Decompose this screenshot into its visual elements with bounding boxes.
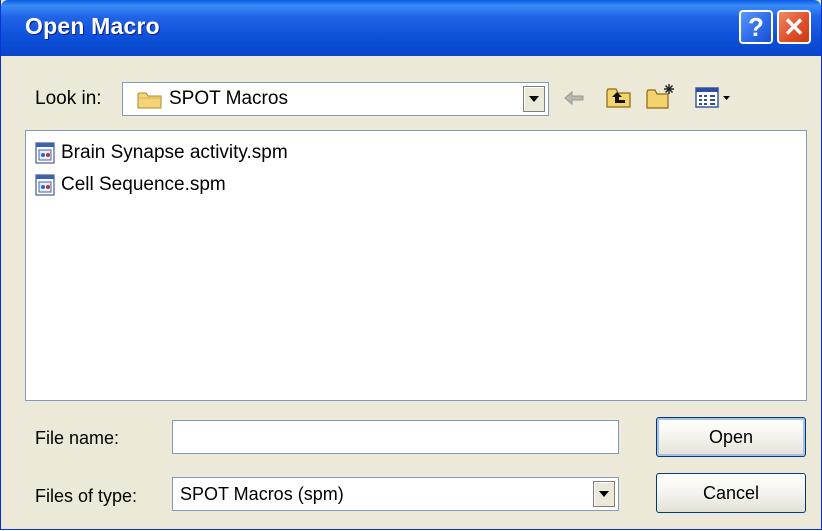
files-of-type-dropdown[interactable]: SPOT Macros (spm) bbox=[172, 477, 619, 511]
close-icon: ✕ bbox=[783, 11, 805, 42]
open-macro-dialog: Open Macro ? ✕ Look in: SPOT Macros Brai… bbox=[0, 0, 822, 530]
title-bar[interactable]: Open Macro ? ✕ bbox=[1, 0, 821, 56]
look-in-label: Look in: bbox=[35, 88, 102, 109]
file-name-input[interactable] bbox=[172, 420, 619, 454]
look-in-dropdown[interactable]: SPOT Macros bbox=[122, 82, 549, 116]
files-of-type-dropdown-arrow[interactable] bbox=[593, 481, 615, 507]
look-in-value: SPOT Macros bbox=[169, 88, 288, 109]
view-menu-icon[interactable] bbox=[695, 87, 735, 109]
cancel-button[interactable]: Cancel bbox=[656, 473, 806, 513]
create-new-folder-icon[interactable] bbox=[646, 82, 676, 110]
files-of-type-label: Files of type: bbox=[35, 486, 138, 506]
close-button[interactable]: ✕ bbox=[777, 10, 811, 44]
help-button[interactable]: ? bbox=[739, 10, 773, 44]
look-in-dropdown-arrow[interactable] bbox=[523, 86, 545, 112]
chevron-down-icon bbox=[529, 96, 539, 102]
list-item[interactable]: Brain Synapse activity.spm bbox=[35, 141, 288, 165]
folder-icon bbox=[137, 92, 162, 109]
open-button[interactable]: Open bbox=[656, 417, 806, 457]
file-name-field-label: File name: bbox=[35, 428, 120, 448]
back-arrow-icon[interactable] bbox=[563, 89, 585, 107]
file-list[interactable]: Brain Synapse activity.spm Cell Sequence… bbox=[25, 130, 807, 401]
up-one-level-icon[interactable] bbox=[606, 85, 632, 109]
list-item[interactable]: Cell Sequence.spm bbox=[35, 173, 226, 197]
file-name-label: Brain Synapse activity.spm bbox=[61, 142, 288, 163]
macro-file-icon bbox=[35, 174, 55, 196]
file-name-label: Cell Sequence.spm bbox=[61, 174, 226, 195]
macro-file-icon bbox=[35, 142, 55, 164]
window-title: Open Macro bbox=[25, 13, 160, 39]
files-of-type-value: SPOT Macros (spm) bbox=[180, 484, 344, 504]
help-icon: ? bbox=[748, 11, 764, 42]
chevron-down-icon bbox=[599, 491, 609, 497]
